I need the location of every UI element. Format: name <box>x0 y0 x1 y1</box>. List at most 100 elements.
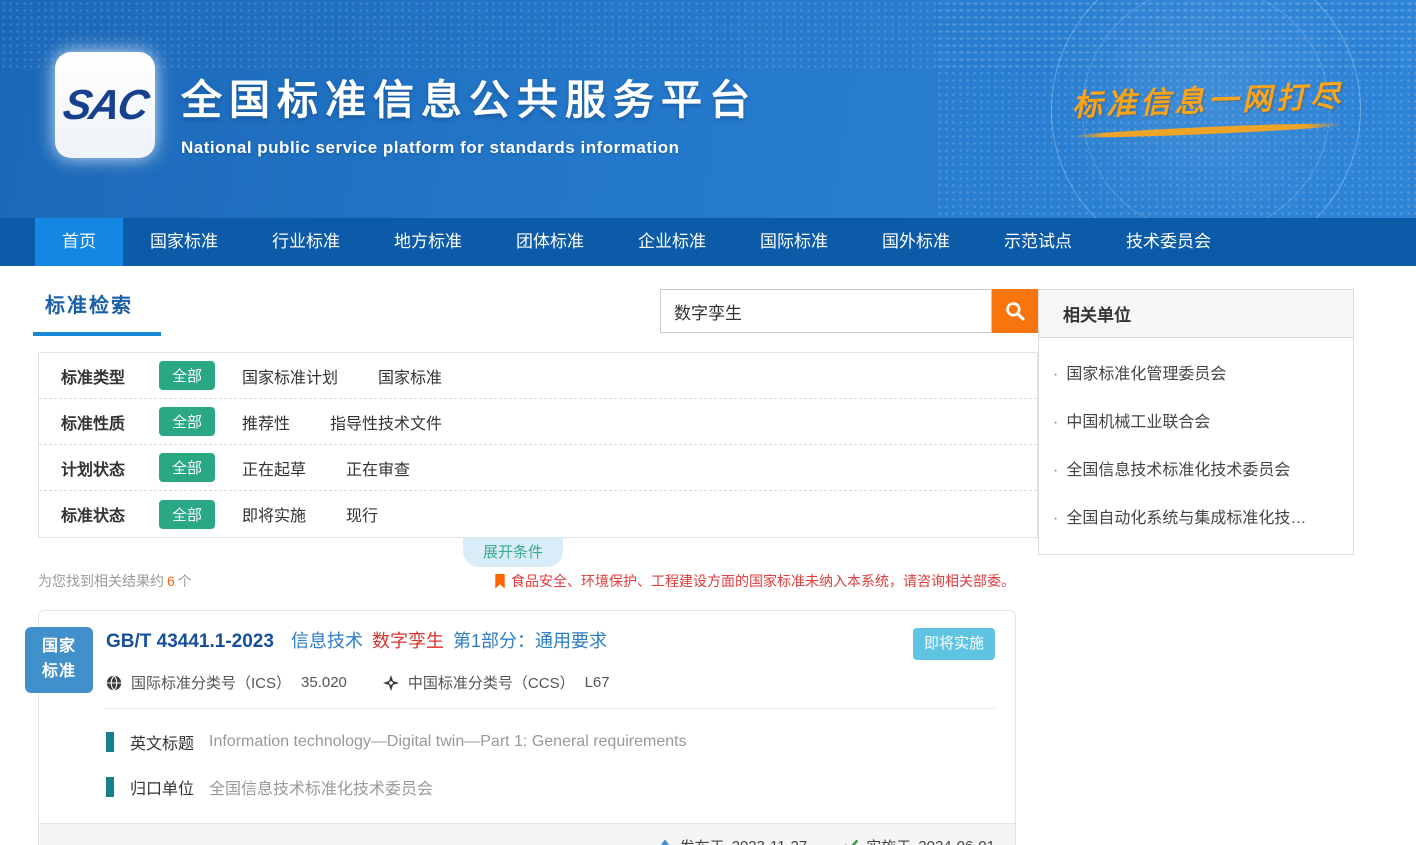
filter-row-plan-status: 计划状态 全部 正在起草 正在审查 <box>39 445 1037 491</box>
field-row-committee: 归口单位 全国信息技术标准化技术委员会 <box>106 775 995 799</box>
nav-item-group-standards[interactable]: 团体标准 <box>489 218 611 266</box>
nav-item-national-standards[interactable]: 国家标准 <box>123 218 245 266</box>
compass-icon <box>383 675 399 691</box>
related-units-list: 国家标准化管理委员会 中国机械工业联合会 全国信息技术标准化技术委员会 全国自动… <box>1039 338 1353 554</box>
tab-standard-search-label: 标准检索 <box>45 295 133 317</box>
slogan-text: 标准信息一网打尽 <box>1071 71 1344 124</box>
upload-icon <box>657 839 673 845</box>
ccs-value: L67 <box>585 674 610 691</box>
card-divider <box>104 708 995 709</box>
related-unit-item[interactable]: 国家标准化管理委员会 <box>1053 348 1335 396</box>
system-notice: 食品安全、环境保护、工程建设方面的国家标准未纳入本系统，请咨询相关部委。 <box>494 571 1015 591</box>
main-nav: 首页 国家标准 行业标准 地方标准 团体标准 企业标准 国际标准 国外标准 示范… <box>0 218 1416 266</box>
nav-item-international-standards[interactable]: 国际标准 <box>733 218 855 266</box>
site-subtitle: National public service platform for sta… <box>181 138 757 158</box>
expand-conditions-wrap: 展开条件 <box>38 538 1038 565</box>
filter-row-standard-status: 标准状态 全部 即将实施 现行 <box>39 491 1037 537</box>
standard-type-line1: 国家 <box>42 635 76 660</box>
related-unit-item[interactable]: 中国机械工业联合会 <box>1053 396 1335 444</box>
standard-type-line2: 标准 <box>42 660 76 685</box>
classification-row: 国际标准分类号（ICS） 35.020 中国标准分类号（CCS） L67 <box>106 672 995 693</box>
related-units-panel: 相关单位 国家标准化管理委员会 中国机械工业联合会 全国信息技术标准化技术委员会… <box>1038 289 1354 555</box>
related-unit-item[interactable]: 全国自动化系统与集成标准化技… <box>1053 492 1335 540</box>
filter-option[interactable]: 正在审查 <box>346 456 410 480</box>
field-accent-bar <box>106 777 114 797</box>
search-input[interactable] <box>660 289 992 333</box>
filter-label: 计划状态 <box>61 456 159 480</box>
standard-code-link[interactable]: GB/T 43441.1-2023 <box>106 631 274 652</box>
related-units-title: 相关单位 <box>1039 290 1353 338</box>
tab-standard-search[interactable]: 标准检索 <box>45 289 133 336</box>
filter-option[interactable]: 国家标准计划 <box>242 364 338 388</box>
published-value: 2023-11-27 <box>732 838 808 845</box>
page: SAC 全国标准信息公共服务平台 National public service… <box>0 0 1416 845</box>
nav-item-enterprise-standards[interactable]: 企业标准 <box>611 218 733 266</box>
implemented-value: 2024-06-01 <box>918 838 995 845</box>
field-value: 全国信息技术标准化技术委员会 <box>209 775 433 799</box>
published-date: 发布于 2023-11-27 <box>657 836 808 845</box>
filter-label: 标准状态 <box>61 502 159 526</box>
results-count-prefix: 为您找到相关结果约 <box>38 573 164 589</box>
nav-item-foreign-standards[interactable]: 国外标准 <box>855 218 977 266</box>
nav-item-local-standards[interactable]: 地方标准 <box>367 218 489 266</box>
field-row-english-title: 英文标题 Information technology—Digital twin… <box>106 730 995 754</box>
field-value: Information technology—Digital twin—Part… <box>209 733 687 751</box>
nav-item-pilot[interactable]: 示范试点 <box>977 218 1099 266</box>
filter-all-badge[interactable]: 全部 <box>159 361 215 390</box>
filter-panel: 标准类型 全部 国家标准计划 国家标准 标准性质 全部 推荐性 指导性技术文件 … <box>38 352 1038 538</box>
filter-option[interactable]: 推荐性 <box>242 410 290 434</box>
filter-option[interactable]: 国家标准 <box>378 364 442 388</box>
field-label: 英文标题 <box>130 730 194 754</box>
standard-title-highlight[interactable]: 数字孪生 <box>372 631 444 651</box>
filter-row-type: 标准类型 全部 国家标准计划 国家标准 <box>39 353 1037 399</box>
site-banner: SAC 全国标准信息公共服务平台 National public service… <box>0 0 1416 218</box>
sac-logo: SAC <box>55 52 155 158</box>
filter-option[interactable]: 即将实施 <box>242 502 306 526</box>
check-icon <box>843 839 859 845</box>
field-accent-bar <box>106 732 114 752</box>
results-count-number: 6 <box>167 573 175 589</box>
brand-block: 全国标准信息公共服务平台 National public service pla… <box>181 66 757 158</box>
filter-all-badge[interactable]: 全部 <box>159 500 215 529</box>
ics-value: 35.020 <box>301 674 347 691</box>
filter-row-nature: 标准性质 全部 推荐性 指导性技术文件 <box>39 399 1037 445</box>
search-row: 标准检索 <box>38 289 1038 352</box>
standard-type-badge: 国家 标准 <box>25 627 93 693</box>
ics-label: 国际标准分类号（ICS） <box>131 672 291 693</box>
search-button[interactable] <box>992 289 1038 333</box>
results-meta: 为您找到相关结果约6个 食品安全、环境保护、工程建设方面的国家标准未纳入本系统，… <box>38 571 1038 591</box>
standard-title-part[interactable]: 信息技术 <box>291 631 363 651</box>
filter-option[interactable]: 现行 <box>346 502 378 526</box>
banner-slogan: 标准信息一网打尽 <box>1072 76 1344 134</box>
filter-all-badge[interactable]: 全部 <box>159 407 215 436</box>
result-title-row: GB/T 43441.1-2023 信息技术 数字孪生 第1部分：通用要求 即将… <box>106 628 995 655</box>
nav-item-technical-committee[interactable]: 技术委员会 <box>1099 218 1238 266</box>
ccs-label: 中国标准分类号（CCS） <box>408 672 575 693</box>
filter-option[interactable]: 正在起草 <box>242 456 306 480</box>
filter-label: 标准性质 <box>61 410 159 434</box>
bookmark-icon <box>494 574 506 589</box>
result-card: 国家 标准 GB/T 43441.1-2023 信息技术 数字孪生 第1部分：通… <box>38 610 1016 845</box>
ccs-group: 中国标准分类号（CCS） L67 <box>383 672 610 693</box>
site-title: 全国标准信息公共服务平台 <box>181 66 757 126</box>
result-card-footer: 发布于 2023-11-27 实施于 2024-06-01 <box>39 823 1015 845</box>
related-unit-item[interactable]: 全国信息技术标准化技术委员会 <box>1053 444 1335 492</box>
nav-item-industry-standards[interactable]: 行业标准 <box>245 218 367 266</box>
status-badge: 即将实施 <box>913 628 995 660</box>
tab-active-underline <box>33 332 161 336</box>
expand-conditions-button[interactable]: 展开条件 <box>463 537 563 567</box>
nav-item-home[interactable]: 首页 <box>35 218 123 266</box>
content-area: 标准检索 标准类型 全部 <box>0 266 1416 845</box>
search-icon <box>1004 300 1026 322</box>
filter-option[interactable]: 指导性技术文件 <box>330 410 442 434</box>
system-notice-text: 食品安全、环境保护、工程建设方面的国家标准未纳入本系统，请咨询相关部委。 <box>511 571 1015 591</box>
filter-all-badge[interactable]: 全部 <box>159 453 215 482</box>
sac-logo-text: SAC <box>59 81 150 129</box>
globe-icon <box>106 675 122 691</box>
results-count-suffix: 个 <box>178 573 192 589</box>
standard-title-part[interactable]: 第1部分：通用要求 <box>453 631 607 651</box>
result-card-body: GB/T 43441.1-2023 信息技术 数字孪生 第1部分：通用要求 即将… <box>39 611 1015 823</box>
implemented-label: 实施于 <box>866 836 911 845</box>
filter-label: 标准类型 <box>61 364 159 388</box>
implemented-date: 实施于 2024-06-01 <box>843 836 995 845</box>
